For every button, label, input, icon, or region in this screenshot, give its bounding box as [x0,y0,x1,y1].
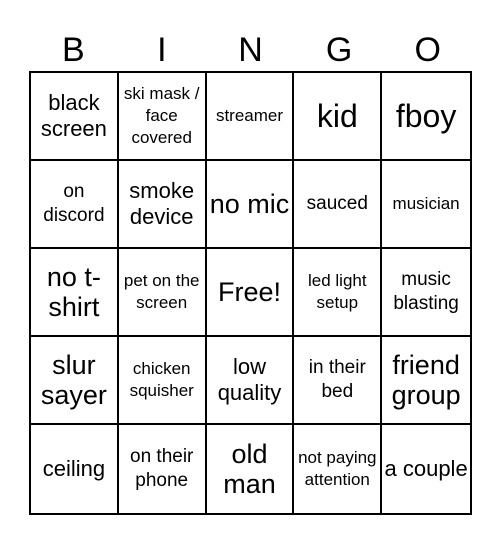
bingo-cell-i4[interactable]: chicken squisher [118,337,207,425]
bingo-cell-label: streamer [215,105,284,125]
bingo-cell-label: music blasting [393,269,459,314]
bingo-cell-n2[interactable]: no mic [206,161,295,249]
bingo-cell-b1[interactable]: black screen [31,73,119,161]
bingo-cell-label: musician [392,193,460,213]
bingo-cell-label: ceiling [42,455,106,481]
header-letter-n: N [238,31,263,69]
bingo-cell-label: led light setup [307,270,367,312]
header-letter-g: G [325,31,353,69]
bingo-cell-label: Free! [217,276,281,307]
bingo-cell-label: on their phone [130,446,194,491]
bingo-board: black screen ski mask / face covered strea… [29,71,472,515]
bingo-cell-label: on discord [43,181,105,226]
bingo-cell-b3[interactable]: no t-shirt [31,249,119,337]
bingo-cell-g4[interactable]: in their bed [294,337,383,425]
bingo-cell-g3[interactable]: led light setup [294,249,383,337]
bingo-cell-label: black screen [40,89,107,141]
header-letter-o: O [414,31,441,69]
bingo-cell-n1[interactable]: streamer [206,73,295,161]
bingo-cell-o4[interactable]: friend group [382,337,470,425]
bingo-cell-i5[interactable]: on their phone [119,425,207,513]
bingo-cell-label: chicken squisher [129,358,194,400]
bingo-cell-label: fboy [395,97,457,134]
bingo-cell-n4[interactable]: low quality [206,337,295,425]
bingo-cell-label: old man [223,438,276,499]
bingo-cell-o5[interactable]: a couple [382,425,470,513]
bingo-cell-label: a couple [384,455,468,481]
bingo-cell-label: smoke device [129,177,195,229]
bingo-cell-label: no mic [209,188,290,219]
bingo-cell-i3[interactable]: pet on the screen [118,249,207,337]
bingo-cell-label: sauced [306,193,368,215]
bingo-cell-free-space[interactable]: Free! [206,249,295,337]
bingo-cell-label: no t-shirt [46,261,101,322]
bingo-header: B I N G O [29,30,472,70]
header-letter-i: I [157,31,167,69]
header-letter-b: B [61,31,85,69]
bingo-cell-b4[interactable]: slur sayer [31,337,119,425]
bingo-cell-o1[interactable]: fboy [382,73,470,161]
bingo-cell-label: low quality [217,353,282,405]
bingo-cell-label: ski mask / face covered [123,83,200,148]
bingo-cell-i1[interactable]: ski mask / face covered [118,73,207,161]
bingo-cell-o3[interactable]: music blasting [382,249,470,337]
bingo-cell-g5[interactable]: not paying attention [294,425,383,513]
bingo-cell-g1[interactable]: kid [294,73,383,161]
bingo-cell-label: kid [316,97,358,134]
bingo-cell-label: pet on the screen [123,270,200,312]
bingo-cell-i2[interactable]: smoke device [118,161,207,249]
bingo-cell-label: slur sayer [40,349,107,410]
bingo-cell-n5[interactable]: old man [207,425,295,513]
bingo-cell-label: not paying attention [298,447,377,489]
bingo-cell-b2[interactable]: on discord [31,161,119,249]
bingo-cell-label: in their bed [308,357,366,402]
bingo-cell-o2[interactable]: musician [382,161,470,249]
bingo-cell-g2[interactable]: sauced [294,161,383,249]
bingo-cell-b5[interactable]: ceiling [31,425,119,513]
bingo-cell-label: friend group [391,349,461,410]
